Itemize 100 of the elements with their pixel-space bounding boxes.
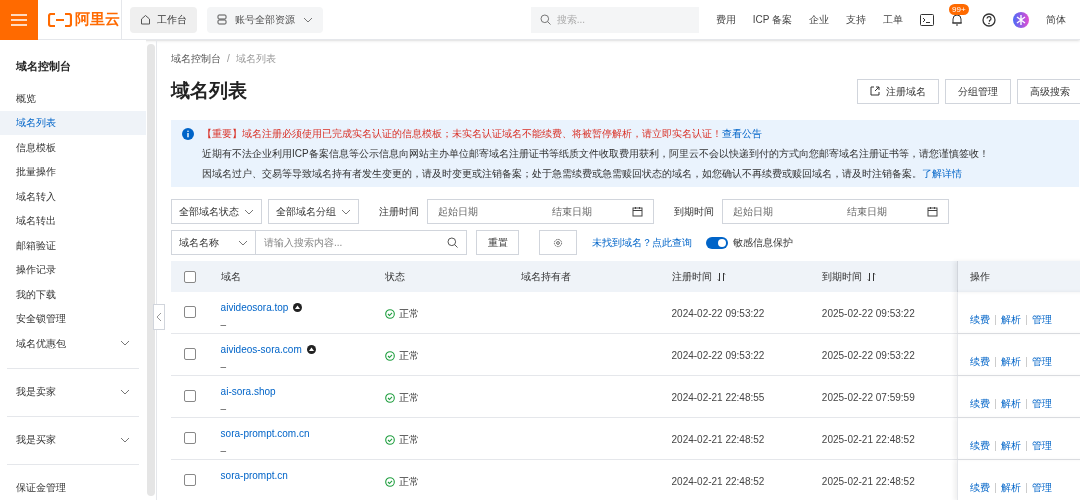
sidebar-item[interactable]: 域名转出 — [0, 208, 146, 233]
settings-button[interactable] — [539, 230, 577, 255]
checkbox[interactable] — [184, 270, 196, 283]
nav-link[interactable]: 费用 — [715, 12, 736, 27]
lookup-link[interactable]: 未找到域名？点此查询 — [592, 235, 692, 250]
terminal-icon — [920, 13, 934, 26]
search-icon — [447, 237, 458, 248]
nav-link[interactable]: ICP 备案 — [752, 12, 792, 27]
workbench-button[interactable]: 工作台 — [130, 6, 197, 33]
search-field[interactable]: 搜索... — [530, 6, 699, 33]
domain-link[interactable]: aivideos-sora.com — [220, 342, 302, 357]
collapse-handle[interactable] — [153, 304, 165, 330]
start-date-input[interactable]: 起始日期 — [733, 204, 833, 219]
domain-link[interactable]: ai-sora.shop — [220, 384, 276, 399]
action-link[interactable]: 解析 — [1001, 312, 1022, 327]
domain-link[interactable]: aivideosora.top — [220, 300, 289, 315]
end-date-input[interactable]: 结束日期 — [847, 204, 927, 219]
search-input[interactable]: 搜索... — [556, 12, 677, 27]
table-cell: 2025-02-21 22:48:52 — [821, 434, 915, 445]
sidebar-group[interactable]: 我是卖家 — [0, 379, 146, 404]
table-cell: 2025-02-21 22:48:52 — [821, 476, 915, 487]
bell-icon — [951, 12, 963, 26]
checkbox[interactable] — [184, 348, 196, 360]
chevron-down-icon — [120, 436, 130, 443]
resources-dropdown[interactable]: 账号全部资源 — [207, 6, 323, 33]
filter-select[interactable]: 全部域名状态 — [171, 199, 262, 224]
sidebar-item[interactable]: 域名优惠包 — [0, 331, 146, 356]
column-header: 状态 — [384, 270, 405, 284]
external-link-icon — [870, 86, 880, 96]
reset-button[interactable]: 重置 — [476, 230, 519, 255]
checkbox[interactable] — [184, 432, 196, 444]
action-link[interactable]: 解析 — [1001, 354, 1022, 369]
table-cell: 2025-02-22 07:59:59 — [821, 392, 915, 403]
action-link[interactable]: 续费 — [970, 354, 991, 369]
filter-label: 注册时间 — [379, 205, 419, 219]
filter-select[interactable]: 域名名称 — [171, 230, 256, 255]
action-link[interactable]: 解析 — [1001, 480, 1022, 495]
checkbox[interactable] — [184, 390, 196, 402]
sidebar-item[interactable]: 域名转入 — [0, 184, 146, 209]
date-range-field[interactable]: 起始日期 结束日期 — [427, 199, 654, 224]
sidebar-item[interactable]: 域名列表 — [0, 110, 146, 135]
sidebar-item[interactable]: 操作记录 — [0, 257, 146, 282]
chevron-down-icon — [244, 208, 254, 215]
breadcrumb-link[interactable]: 域名控制台 — [171, 50, 221, 66]
language-link[interactable]: 简体 — [1046, 12, 1066, 27]
action-link[interactable]: 管理 — [1032, 354, 1053, 369]
sidebar-group[interactable]: 我是买家 — [0, 427, 146, 452]
menu-button[interactable] — [0, 0, 38, 40]
checkbox[interactable] — [184, 474, 196, 486]
action-button[interactable]: 高级搜索 — [1017, 78, 1080, 104]
start-date-input[interactable]: 起始日期 — [438, 204, 538, 219]
end-date-input[interactable]: 结束日期 — [552, 204, 632, 219]
date-range-field[interactable]: 起始日期 结束日期 — [722, 199, 949, 224]
action-button[interactable]: 分组管理 — [945, 78, 1011, 104]
notice-text: 近期有不法企业利用ICP备案信息等公示信息向网站主办单位邮寄域名注册证书等纸质文件收取费用获利，阿里云不会以快递到付的方式向您邮寄域名注册证书等，请您谨慎签收！ — [202, 147, 989, 160]
sidebar-item[interactable]: 批量操作 — [0, 159, 146, 184]
notice-text: 因域名过户、交易等导致域名持有者发生变更的，请及时变更或注销备案；处于急需续费或急需赎回状态的域名，如您确认不再续费或赎回域名，请及时注销备案。 — [202, 167, 922, 180]
checkbox[interactable] — [184, 306, 196, 318]
action-link[interactable]: 管理 — [1032, 312, 1053, 327]
search-field[interactable]: 请输入搜索内容... — [256, 230, 467, 255]
action-link[interactable]: 管理 — [1032, 396, 1053, 411]
column-header: 域名 — [220, 270, 241, 284]
nav-link[interactable]: 支持 — [846, 12, 866, 27]
nav-link[interactable]: 工单 — [883, 12, 903, 27]
toggle-switch[interactable] — [706, 236, 728, 249]
action-link[interactable]: 续费 — [970, 480, 991, 495]
nav-link[interactable]: 企业 — [809, 12, 829, 27]
sidebar-item[interactable]: 我的下载 — [0, 282, 146, 307]
action-link[interactable]: 续费 — [970, 438, 991, 453]
sidebar-item[interactable]: 概览 — [0, 86, 146, 111]
table-cell: 2024-02-22 09:53:22 — [671, 308, 765, 319]
domain-note: – — [220, 318, 228, 332]
details-link[interactable]: 了解详情 — [922, 167, 962, 180]
column-header: 域名持有者 — [521, 270, 572, 284]
sidebar-item[interactable]: 邮箱验证 — [0, 233, 146, 258]
check-circle-icon — [384, 350, 395, 361]
search-input[interactable]: 请输入搜索内容... — [264, 235, 447, 250]
chevron-down-icon — [238, 239, 248, 246]
action-link[interactable]: 管理 — [1032, 480, 1053, 495]
status-text: 正常 — [398, 307, 419, 321]
filter-select[interactable]: 全部域名分组 — [268, 199, 359, 224]
column-header: 到期时间 — [821, 270, 862, 284]
chevron-down-icon — [120, 388, 130, 395]
action-link[interactable]: 解析 — [1001, 396, 1022, 411]
domain-link[interactable]: sora-prompt.com.cn — [220, 426, 310, 441]
sidebar-item[interactable]: 保证金管理 — [0, 475, 146, 500]
action-button[interactable]: 注册域名 — [857, 78, 939, 104]
action-link[interactable]: 管理 — [1032, 438, 1053, 453]
action-link[interactable]: 续费 — [970, 312, 991, 327]
scrollbar[interactable] — [147, 44, 155, 496]
menu-icon — [11, 13, 27, 26]
action-link[interactable]: 解析 — [1001, 438, 1022, 453]
database-icon — [217, 14, 227, 25]
announcement-link[interactable]: 查看公告 — [722, 127, 762, 140]
sidebar-item[interactable]: 信息模板 — [0, 135, 146, 160]
search-icon — [539, 14, 551, 25]
sidebar-item[interactable]: 安全锁管理 — [0, 306, 146, 331]
action-link[interactable]: 续费 — [970, 396, 991, 411]
chevron-down-icon — [303, 16, 313, 23]
domain-link[interactable]: sora-prompt.cn — [220, 468, 288, 483]
